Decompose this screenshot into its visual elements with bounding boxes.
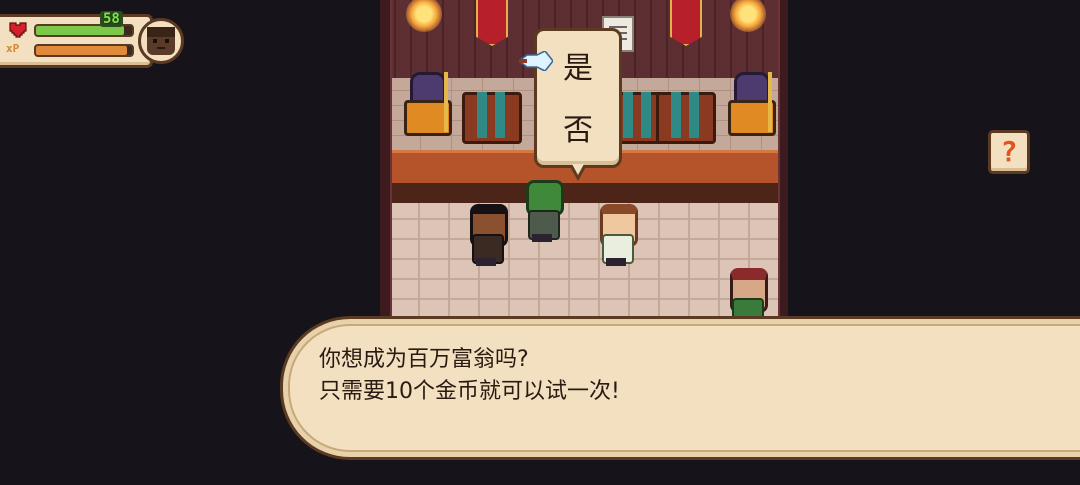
player-portrait[interactable] (138, 18, 184, 64)
dialog-line-1: 你想成为百万富翁吗? (319, 347, 529, 372)
health-bar-fill (36, 26, 125, 35)
armor-stand-icon[interactable] (724, 72, 776, 136)
shop-floor (390, 203, 778, 318)
armor-stand-icon[interactable] (400, 72, 452, 136)
choice-menu: 是 否 (519, 28, 622, 181)
dialog-box[interactable]: 你想成为百万富翁吗? 只需要10个金币就可以试一次! (280, 316, 1080, 460)
npc-red-haired[interactable] (724, 268, 768, 318)
player-character[interactable] (594, 204, 638, 266)
dialog-line-2: 只需要10个金币就可以试一次! (319, 379, 620, 404)
health-value: 58 (100, 11, 123, 27)
shopkeeper-npc[interactable] (520, 180, 564, 242)
heart-icon (9, 22, 27, 38)
right-wall (778, 0, 788, 318)
player-status-hud: xP 58 (0, 11, 184, 68)
counter-base (390, 183, 778, 203)
left-wall (380, 0, 392, 318)
help-button[interactable]: ? (988, 130, 1030, 174)
chest-icon[interactable] (656, 92, 716, 144)
chest-icon[interactable] (462, 92, 522, 144)
player-face-icon (147, 27, 175, 55)
choice-no[interactable]: 否 (537, 105, 619, 149)
choice-yes[interactable]: 是 (537, 43, 619, 87)
xp-bar (34, 44, 134, 57)
xp-label: xP (6, 42, 20, 55)
banner-icon (670, 0, 702, 46)
xp-bar-fill (36, 46, 128, 55)
npc-dark-haired[interactable] (464, 204, 508, 266)
banner-icon (476, 0, 508, 46)
